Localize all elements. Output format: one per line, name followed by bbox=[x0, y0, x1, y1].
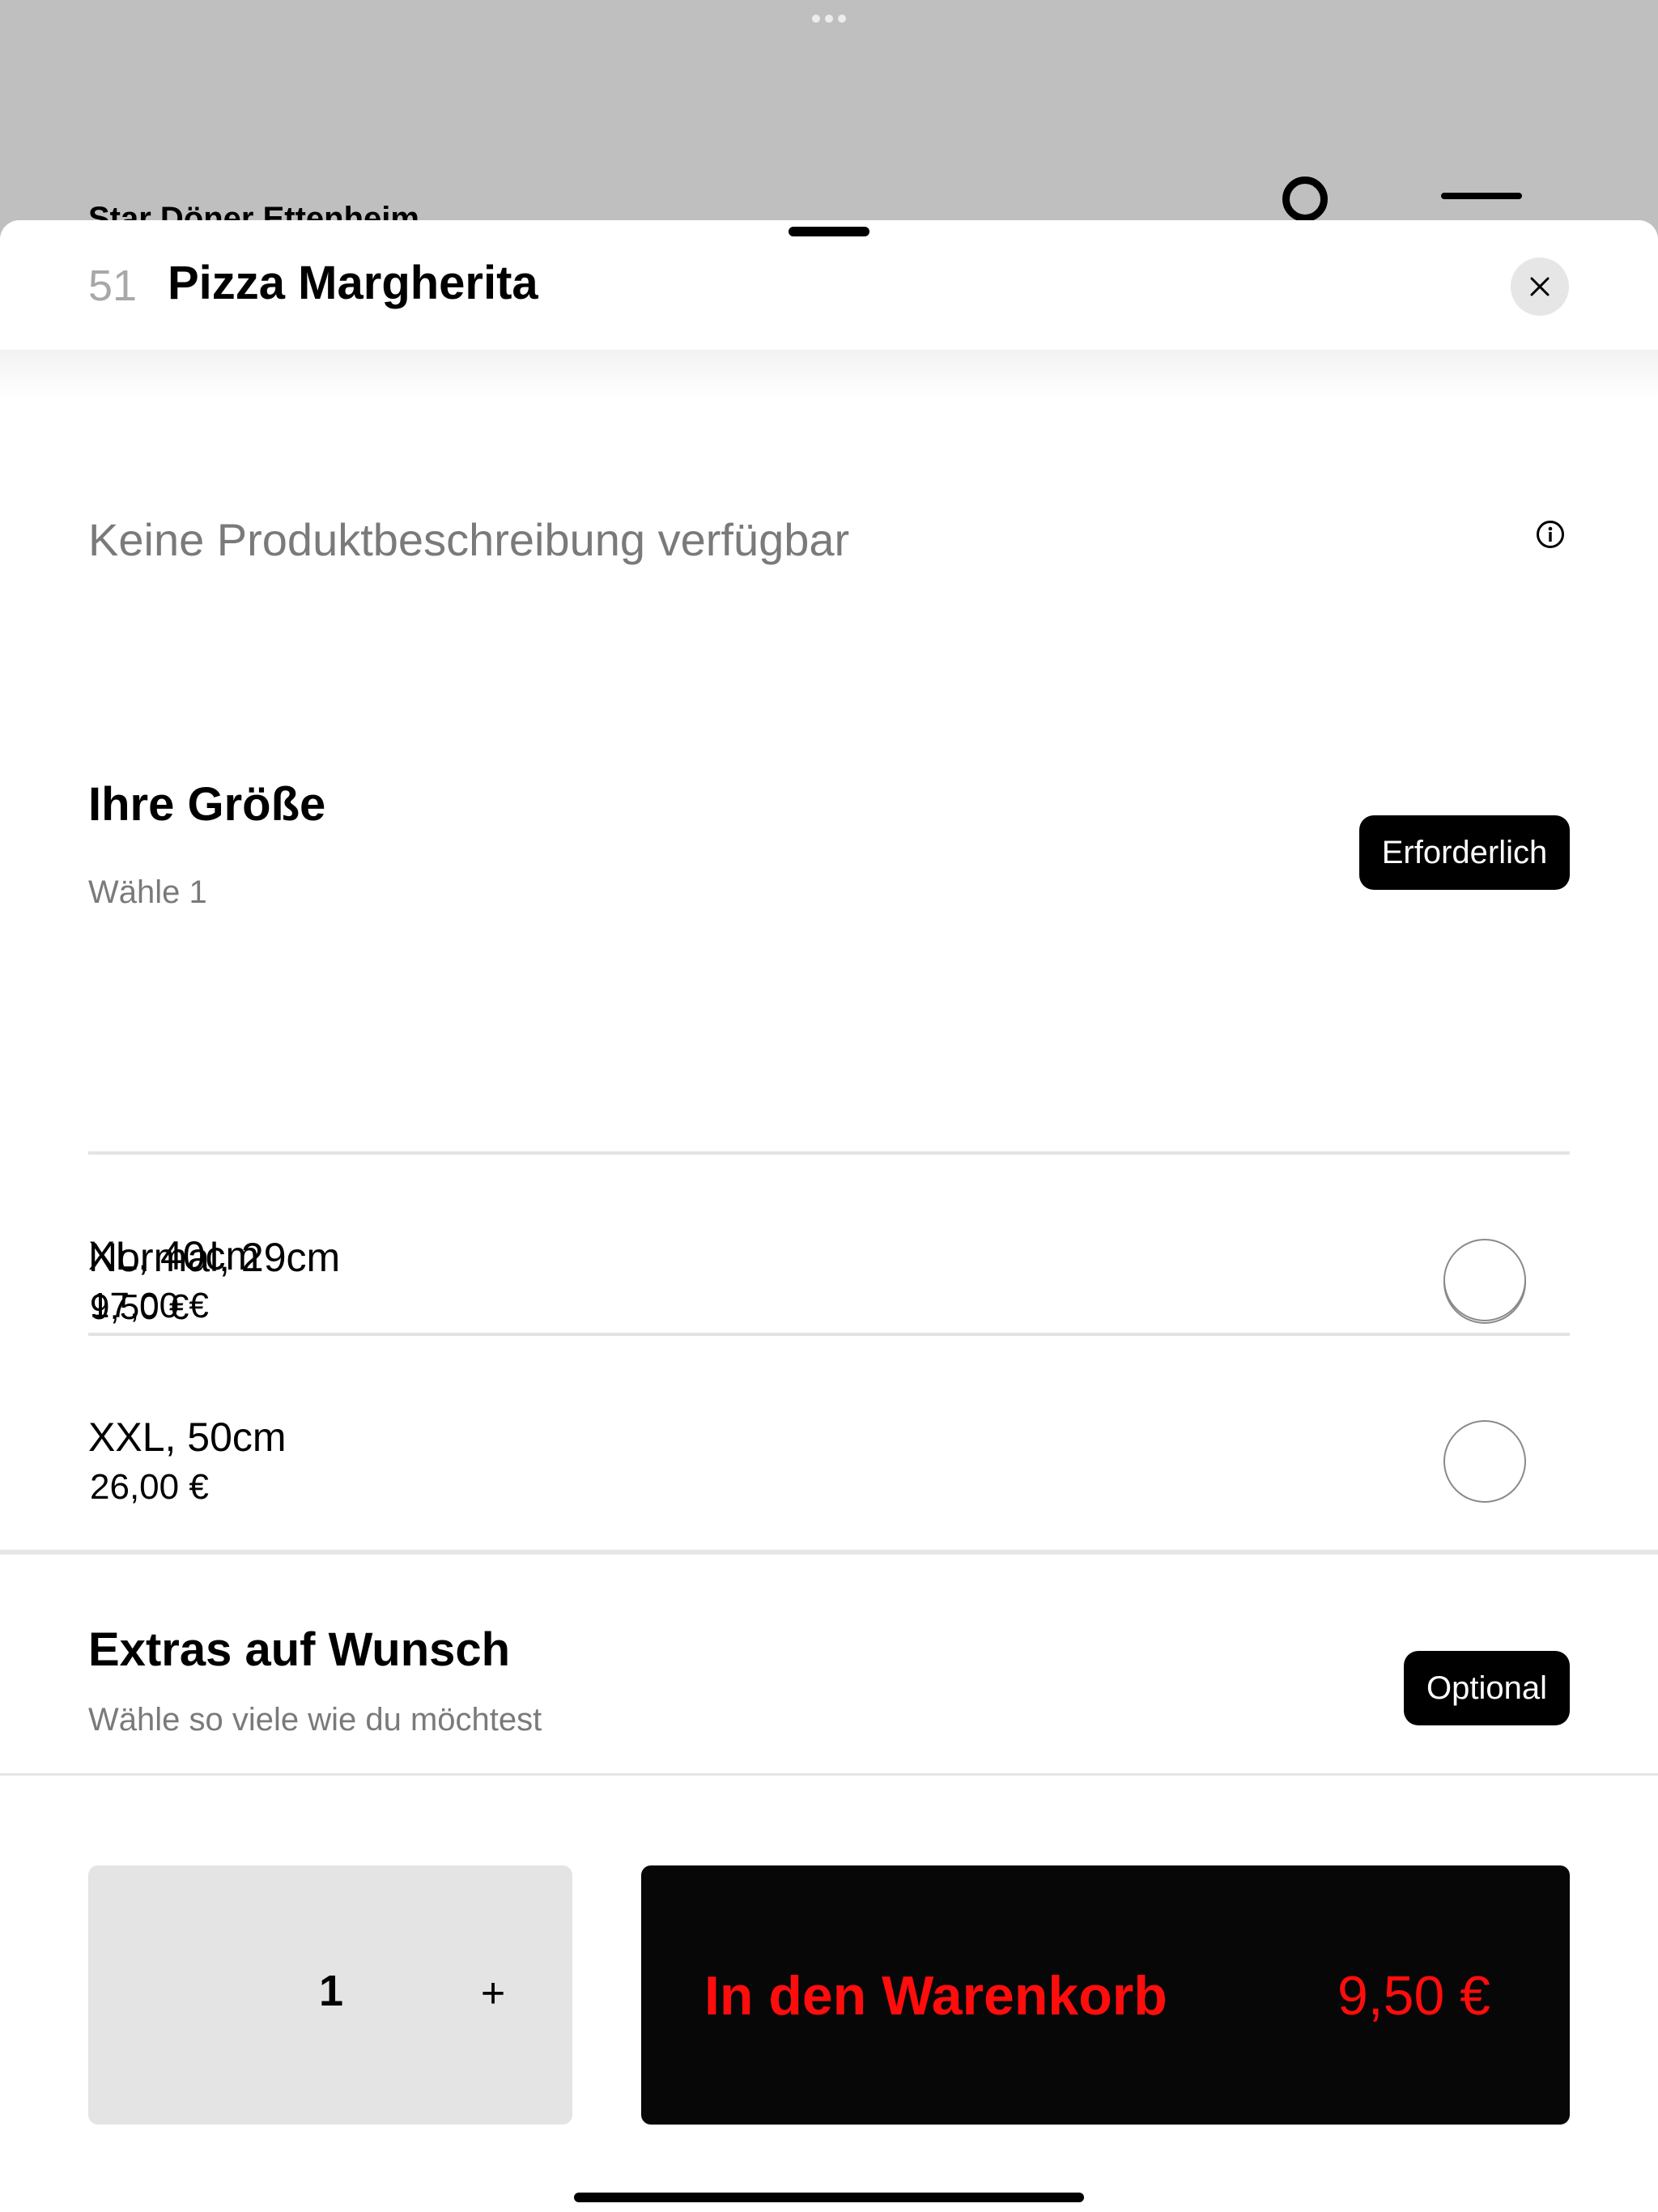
option-label: XXL, 50cm bbox=[88, 1414, 287, 1460]
size-option-xxl[interactable]: XXL, 50cm 26,00 € bbox=[88, 1336, 1570, 1517]
size-section-title: Ihre Größe bbox=[88, 778, 326, 831]
product-description: Keine Produktbeschreibung verfügbar bbox=[88, 514, 850, 565]
cart-button-price: 9,50 € bbox=[1337, 1965, 1490, 2027]
increment-button[interactable]: + bbox=[461, 1961, 525, 2026]
option-price: 17,00 € bbox=[90, 1286, 209, 1325]
background-app: Star Döner Ettenheim bbox=[0, 0, 1658, 236]
footer-divider bbox=[0, 1773, 1658, 1776]
header-shadow bbox=[0, 350, 1658, 398]
multitasking-dots-icon[interactable] bbox=[812, 15, 846, 23]
info-icon[interactable] bbox=[1536, 520, 1565, 549]
add-to-cart-button[interactable]: In den Warenkorb 9,50 € bbox=[641, 1865, 1570, 2125]
size-option-xl[interactable]: XL, 40cm 17,00 € bbox=[88, 1151, 1570, 1333]
radio-button[interactable] bbox=[1443, 1420, 1526, 1503]
search-icon[interactable] bbox=[1282, 177, 1328, 222]
menu-icon[interactable] bbox=[1441, 193, 1522, 199]
product-sheet: 51 Pizza Margherita Keine Produktbeschre… bbox=[0, 220, 1658, 2212]
quantity-stepper[interactable]: 1 + bbox=[88, 1865, 572, 2125]
sheet-header: 51 Pizza Margherita bbox=[0, 220, 1658, 350]
option-label: XL, 40cm bbox=[88, 1233, 260, 1278]
close-icon bbox=[1530, 277, 1550, 296]
cart-button-label: In den Warenkorb bbox=[704, 1965, 1167, 2027]
option-price: 26,00 € bbox=[90, 1467, 209, 1507]
product-title: Pizza Margherita bbox=[168, 257, 538, 309]
radio-button[interactable] bbox=[1443, 1239, 1526, 1321]
home-indicator[interactable] bbox=[574, 2193, 1084, 2202]
close-button[interactable] bbox=[1511, 257, 1569, 316]
optional-badge: Optional bbox=[1404, 1651, 1570, 1725]
extras-section-subtitle: Wähle so viele wie du möchtest bbox=[88, 1702, 542, 1738]
section-divider bbox=[0, 1550, 1658, 1555]
size-section-subtitle: Wähle 1 bbox=[88, 874, 207, 910]
extras-section-title: Extras auf Wunsch bbox=[88, 1623, 511, 1676]
sheet-grabber[interactable] bbox=[789, 227, 869, 236]
quantity-value: 1 bbox=[318, 1967, 344, 2015]
required-badge: Erforderlich bbox=[1359, 815, 1570, 890]
product-number: 51 bbox=[88, 262, 138, 310]
